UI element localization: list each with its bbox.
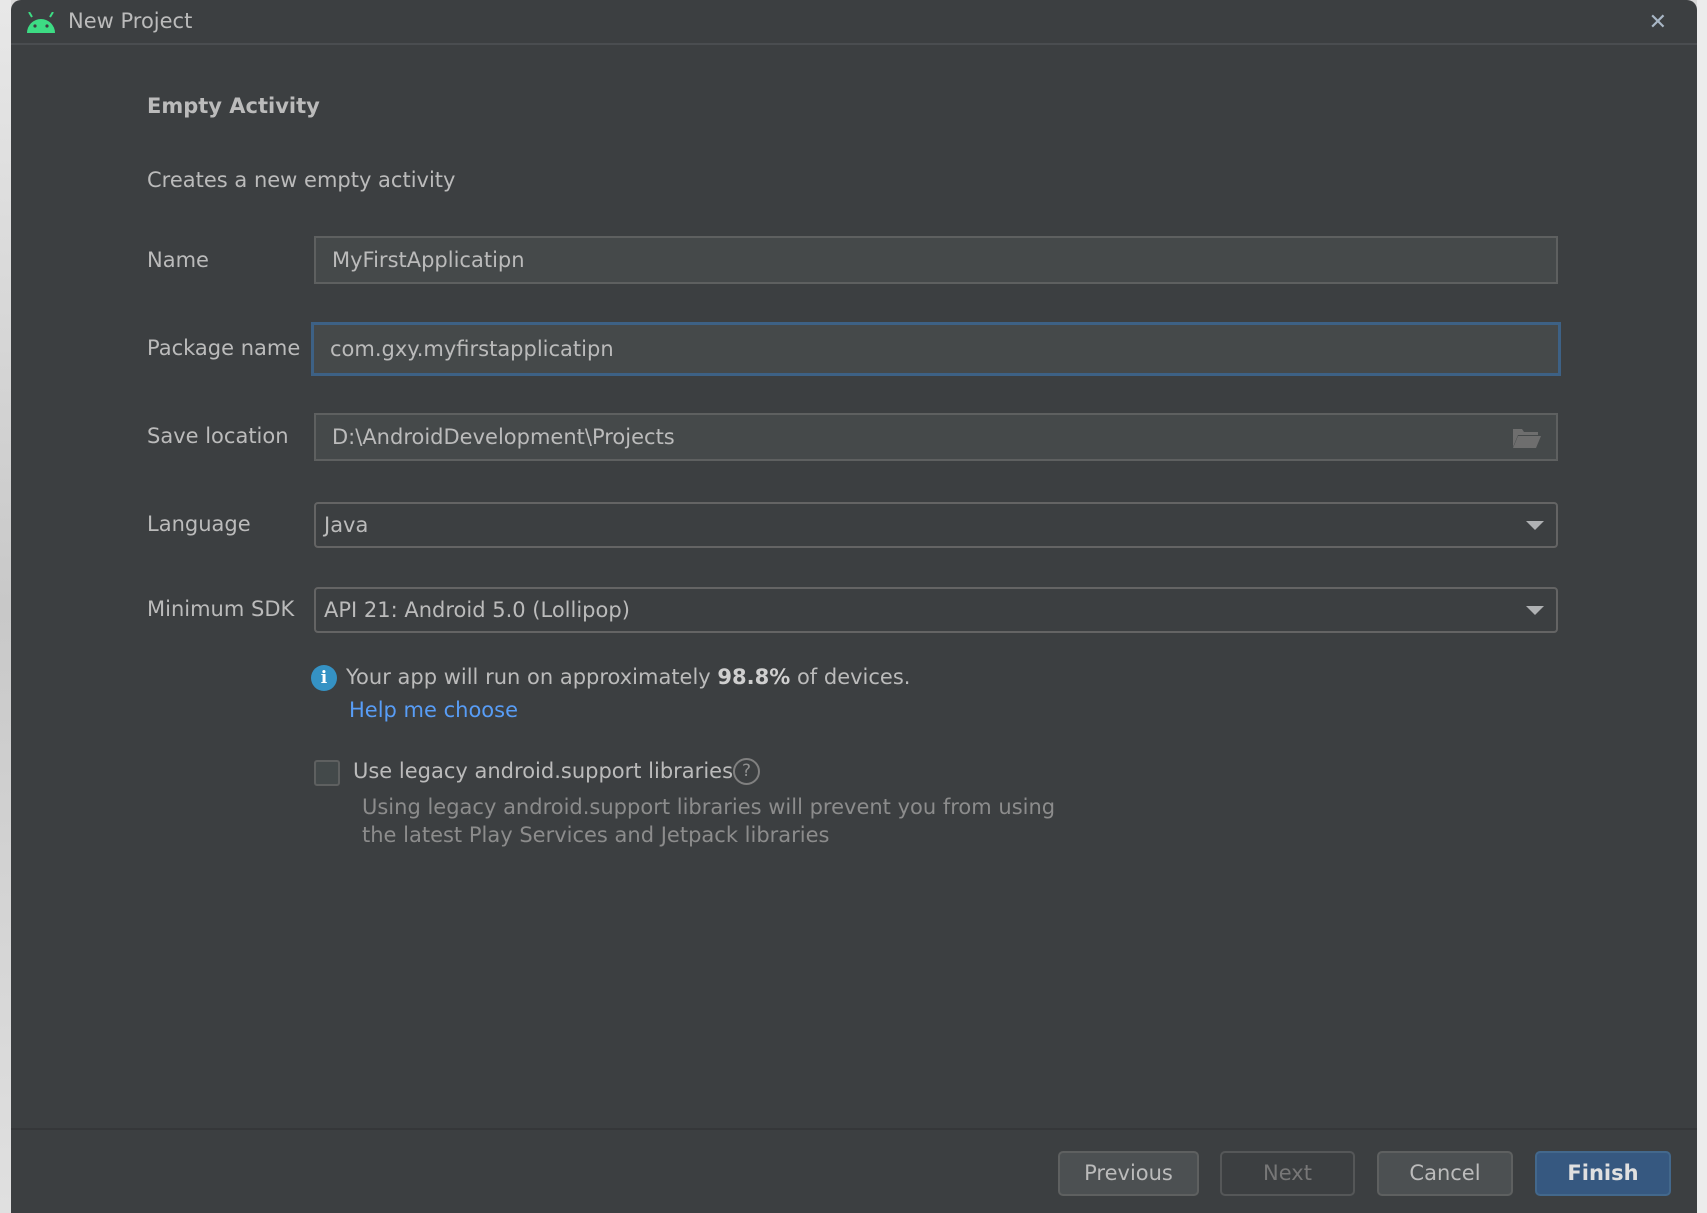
folder-open-icon[interactable]: [1512, 427, 1542, 449]
coverage-percent: 98.8%: [717, 665, 791, 689]
name-label: Name: [147, 248, 209, 272]
language-select[interactable]: Java: [314, 502, 1558, 548]
finish-button[interactable]: Finish: [1535, 1151, 1671, 1196]
template-title: Empty Activity: [147, 94, 320, 118]
save-location-label: Save location: [147, 424, 289, 448]
chevron-down-icon: [1526, 521, 1544, 530]
help-question-icon[interactable]: ?: [733, 758, 760, 785]
chevron-down-icon: [1526, 606, 1544, 615]
minimum-sdk-value: API 21: Android 5.0 (Lollipop): [324, 598, 630, 622]
background-window: [0, 0, 11, 1213]
help-me-choose-link[interactable]: Help me choose: [349, 698, 518, 722]
legacy-libraries-checkbox[interactable]: [314, 760, 340, 786]
name-input[interactable]: MyFirstApplicatipn: [314, 236, 1558, 284]
info-icon: i: [311, 665, 337, 691]
next-button[interactable]: Next: [1220, 1151, 1355, 1196]
previous-button[interactable]: Previous: [1058, 1151, 1199, 1196]
legacy-hint-line2: the latest Play Services and Jetpack lib…: [362, 823, 830, 847]
device-coverage-text: Your app will run on approximately 98.8%…: [346, 665, 910, 689]
footer-divider: [11, 1128, 1697, 1130]
package-name-label: Package name: [147, 336, 301, 360]
save-location-value: D:\AndroidDevelopment\Projects: [332, 425, 675, 449]
legacy-hint-line1: Using legacy android.support libraries w…: [362, 795, 1056, 819]
new-project-dialog: New Project ✕ Empty Activity Creates a n…: [11, 0, 1697, 1213]
cancel-button[interactable]: Cancel: [1377, 1151, 1513, 1196]
minimum-sdk-select[interactable]: API 21: Android 5.0 (Lollipop): [314, 587, 1558, 633]
coverage-prefix: Your app will run on approximately: [346, 665, 718, 689]
template-description: Creates a new empty activity: [147, 168, 456, 192]
android-icon: [27, 12, 55, 33]
package-name-input[interactable]: com.gxy.myfirstapplicatipn: [311, 322, 1561, 376]
close-icon[interactable]: ✕: [1649, 10, 1667, 35]
save-location-input[interactable]: D:\AndroidDevelopment\Projects: [314, 413, 1558, 461]
background-window-right: [1697, 0, 1707, 1213]
minimum-sdk-label: Minimum SDK: [147, 597, 295, 621]
title-bar: New Project ✕: [11, 0, 1697, 45]
language-label: Language: [147, 512, 251, 536]
coverage-suffix: of devices.: [790, 665, 911, 689]
legacy-libraries-label[interactable]: Use legacy android.support libraries: [353, 759, 733, 783]
window-title: New Project: [68, 9, 193, 33]
language-value: Java: [324, 513, 369, 537]
